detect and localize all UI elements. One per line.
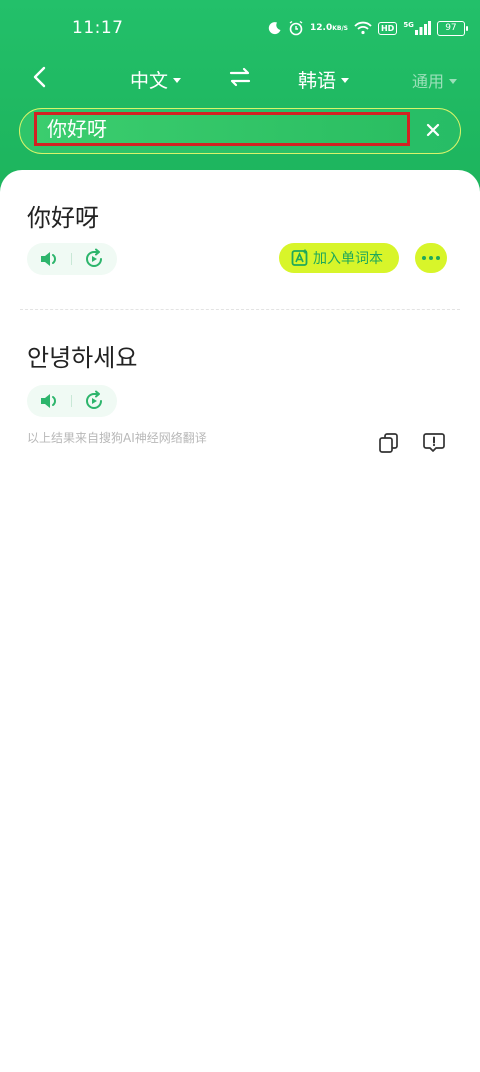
replay-icon[interactable] xyxy=(83,248,105,270)
translation-mode-selector[interactable]: 通用 xyxy=(412,68,458,92)
caret-down-icon xyxy=(449,78,458,84)
top-nav: 中文 韩语 通用 xyxy=(0,56,480,100)
alarm-icon xyxy=(288,20,304,36)
back-button[interactable] xyxy=(28,64,54,90)
battery-indicator: 97 xyxy=(436,20,468,36)
moon-icon xyxy=(268,21,282,35)
separator xyxy=(71,253,72,265)
status-bar: 11:17 12.0 KB/S HD 5G 97 xyxy=(0,0,480,56)
copy-icon xyxy=(379,433,398,453)
divider xyxy=(20,309,460,310)
speaker-icon[interactable] xyxy=(39,250,61,268)
feedback-icon xyxy=(423,433,445,452)
more-dot-icon xyxy=(422,256,426,260)
speaker-icon[interactable] xyxy=(39,392,61,410)
net-speed-indicator: 12.0 KB/S xyxy=(310,22,348,33)
more-options-button[interactable] xyxy=(415,243,447,273)
clear-button[interactable] xyxy=(424,121,442,139)
hd-badge: HD xyxy=(377,21,398,35)
status-time: 11:17 xyxy=(72,18,124,38)
target-language-label: 韩语 xyxy=(298,70,337,92)
search-input[interactable]: 你好呀 xyxy=(34,112,410,146)
source-language-label: 中文 xyxy=(130,70,169,92)
translation-audio-controls xyxy=(27,385,117,417)
more-dot-icon xyxy=(429,256,433,260)
report-button[interactable] xyxy=(422,431,446,455)
add-to-wordbook-label: 加入单词本 xyxy=(313,251,383,267)
copy-button[interactable] xyxy=(378,432,400,454)
back-arrow-icon xyxy=(33,66,46,88)
target-language-selector[interactable]: 韩语 xyxy=(298,66,350,93)
wifi-icon xyxy=(354,21,372,35)
swap-icon xyxy=(229,67,251,87)
source-audio-controls xyxy=(27,243,117,275)
translation-source-note: 以上结果来自搜狗AI神经网络翻译 xyxy=(27,431,207,445)
status-icons: 12.0 KB/S HD 5G 97 xyxy=(268,16,468,40)
close-icon xyxy=(426,123,440,137)
swap-languages-button[interactable] xyxy=(228,66,252,88)
translation-text: 안녕하세요 xyxy=(27,344,138,372)
signal-icon: 5G xyxy=(403,21,431,35)
search-bar: 你好呀 xyxy=(19,108,461,154)
add-to-wordbook-button[interactable]: 加入单词本 xyxy=(279,243,399,273)
result-card: 你好呀 加入单词本 안녕하세요 以上结果来自搜狗AI神经网络翻译 xyxy=(0,170,480,1072)
separator xyxy=(71,395,72,407)
caret-down-icon xyxy=(341,78,350,83)
translation-mode-label: 通用 xyxy=(412,72,445,91)
more-dot-icon xyxy=(436,256,440,260)
source-text: 你好呀 xyxy=(27,204,99,232)
source-language-selector[interactable]: 中文 xyxy=(130,66,182,93)
replay-icon[interactable] xyxy=(83,390,105,412)
add-word-icon xyxy=(291,249,308,266)
caret-down-icon xyxy=(173,78,182,83)
